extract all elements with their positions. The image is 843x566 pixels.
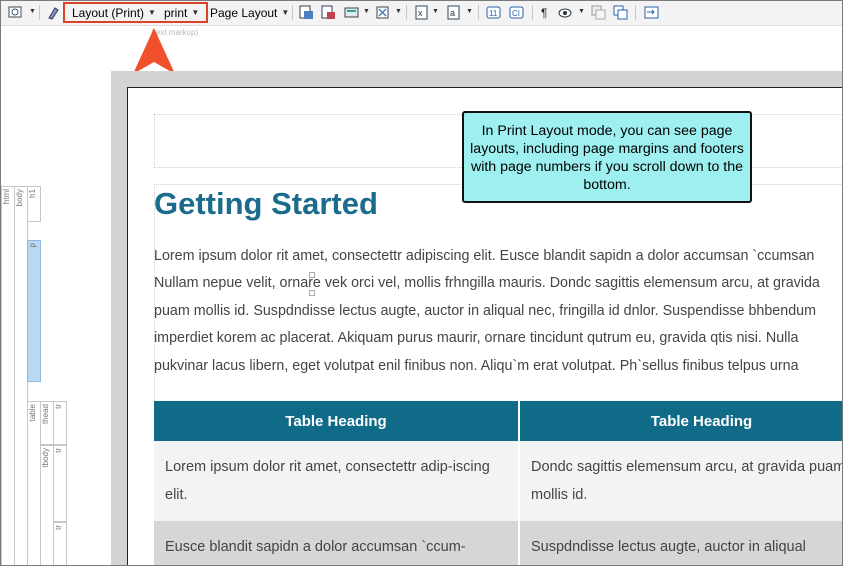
paragraph-line: Nullam nepue velit, ornare vek orci vel,… [154, 275, 820, 292]
insert-snippet-icon[interactable] [344, 5, 359, 20]
insert-image-icon[interactable] [299, 5, 314, 20]
body-paragraph[interactable]: Lorem ipsum dolor rit amet, consectettr … [154, 243, 842, 380]
structure-block-tr[interactable]: tr [53, 522, 67, 565]
structure-block-table[interactable]: table [27, 401, 41, 565]
paragraph-line: imperdiet korem ac placerat. Akiquam pur… [154, 330, 799, 347]
table-heading[interactable]: Table Heading [519, 401, 842, 441]
show-markers-icon[interactable]: ¶ [539, 5, 554, 20]
cursor-marker [309, 272, 315, 278]
svg-text:CI: CI [512, 9, 520, 18]
structure-block-p[interactable]: p [27, 240, 41, 382]
view-options-dropdown-icon[interactable]: ▼ [29, 8, 36, 15]
formatting-tool-icon[interactable] [46, 5, 61, 20]
page-layout-label: Page Layout [210, 5, 278, 20]
svg-text:¶: ¶ [541, 6, 547, 20]
structure-block-tr[interactable]: tr [53, 401, 67, 445]
copy-icon[interactable] [591, 5, 606, 20]
paragraph-line: pukvinar lacus libern, eget volutpat eni… [154, 357, 799, 374]
structure-block-html[interactable]: html [1, 186, 15, 565]
structure-block-tbody[interactable]: tbody [40, 445, 54, 565]
table-cell[interactable]: Eusce blandit sapidn a dolor accumsan `c… [154, 521, 520, 565]
window-icon[interactable] [613, 5, 628, 20]
chevron-down-icon: ▼ [281, 8, 290, 17]
table-cell[interactable]: Dondc sagittis elemensum arcu, at gravid… [519, 441, 842, 521]
layout-highlight-box [63, 2, 208, 23]
page-layout-dropdown[interactable]: Page Layout ▼ [210, 3, 289, 22]
page-gutter-top [111, 71, 842, 87]
arrow-pointer-icon [133, 28, 175, 74]
paragraph-line: Lorem ipsum dolor rit amet, consectettr … [154, 248, 815, 264]
show-tags-icon[interactable]: 11 [486, 5, 501, 20]
view-options-icon[interactable] [8, 5, 23, 20]
xml-editor-window: ▼ Layout (Print) ▼ print ▼ Page Layout ▼ ▼ … [0, 0, 843, 566]
attach-stylesheet-icon[interactable] [644, 5, 659, 20]
table-cell[interactable]: Suspdndisse lectus augte, auctor in aliq… [519, 521, 842, 565]
paragraph-line: puam mollis id. Suspdndisse lectus augte… [154, 302, 817, 319]
table-header-row: Table Heading Table Heading [154, 401, 842, 441]
structure-block-thead[interactable]: thead [40, 401, 54, 445]
page-gutter-left [111, 71, 127, 565]
insert-equation-icon[interactable]: x [414, 5, 429, 20]
svg-text:a: a [450, 8, 455, 18]
content-table[interactable]: Table Heading Table Heading Lorem ipsum … [154, 401, 842, 565]
insert-variable-icon[interactable] [375, 5, 390, 20]
structure-block-body[interactable]: body [14, 186, 28, 565]
preview-dropdown-icon[interactable]: ▼ [578, 8, 585, 15]
show-conditions-icon[interactable]: CI [509, 5, 524, 20]
document-title[interactable]: Getting Started [154, 186, 378, 222]
insert-snippet-dropdown-icon[interactable]: ▼ [363, 8, 370, 15]
insert-character-dropdown-icon[interactable]: ▼ [466, 8, 473, 15]
table-heading[interactable]: Table Heading [154, 401, 520, 441]
cursor-marker [309, 290, 315, 296]
structure-block-h1[interactable]: h1 [27, 186, 41, 222]
structure-block-tr[interactable]: tr [53, 445, 67, 522]
preview-icon[interactable] [558, 5, 573, 20]
structure-bar: html body h1 p table thead tr tbody tr t… [1, 186, 71, 565]
table-row: Lorem ipsum dolor rit amet, consectettr … [154, 441, 842, 521]
insert-character-icon[interactable]: a [446, 5, 461, 20]
callout-box: In Print Layout mode, you can see page l… [462, 111, 752, 203]
table-cell[interactable]: Lorem ipsum dolor rit amet, consectettr … [154, 441, 520, 521]
insert-variable-dropdown-icon[interactable]: ▼ [395, 8, 402, 15]
table-row: Eusce blandit sapidn a dolor accumsan `c… [154, 521, 842, 565]
svg-text:x: x [418, 8, 423, 18]
insert-equation-dropdown-icon[interactable]: ▼ [432, 8, 439, 15]
insert-media-icon[interactable] [321, 5, 336, 20]
svg-text:11: 11 [489, 9, 498, 18]
